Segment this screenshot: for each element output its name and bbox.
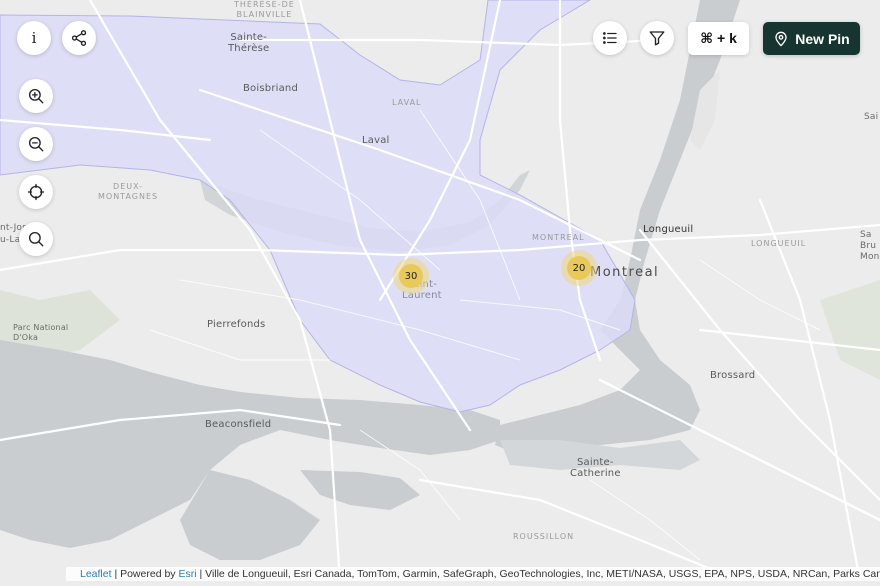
crosshair-icon [27,183,45,201]
label-beaconsfield: Beaconsfield [205,419,272,430]
leaflet-link[interactable]: Leaflet [80,568,112,580]
zoom-in-icon [28,88,44,104]
cluster-count: 30 [399,264,423,288]
cluster-count: 20 [567,256,591,280]
label-sainte-catherine: Sainte- Catherine [570,457,621,479]
map-canvas[interactable]: THÉRÈSE-DE BLAINVILLE Sainte- Thérèse Bo… [0,0,880,583]
list-icon [603,32,617,44]
esri-link[interactable]: Esri [178,568,196,580]
label-sainte-therese: Sainte- Thérèse [228,32,270,54]
share-icon [71,30,87,46]
label-montreal-region: MONTREAL [532,233,585,242]
zoom-in-button[interactable] [19,79,53,113]
label-laval: Laval [362,135,390,146]
list-view-button[interactable] [593,21,627,55]
filter-button[interactable] [640,21,674,55]
label-roussillon: ROUSSILLON [513,532,575,541]
label-parc-oka: Parc National D'Oka [13,323,69,342]
search-button[interactable] [19,222,53,256]
label-saint-bruno: Sa Bru Mon [860,230,880,262]
map-pin-icon [775,31,787,46]
info-button[interactable]: i [17,21,51,55]
label-laval-region: LAVAL [392,98,422,107]
label-longueuil-region: LONGUEUIL [751,239,807,248]
zoom-out-icon [28,136,44,152]
label-boisbriand: Boisbriand [243,83,299,94]
label-brossard: Brossard [710,370,756,381]
new-pin-label: New Pin [795,30,850,47]
filter-icon [649,31,665,46]
label-therese-de-blainville: THÉRÈSE-DE BLAINVILLE [234,0,295,19]
cluster-marker[interactable]: 20 [561,250,597,286]
label-longueuil: Longueuil [643,224,694,235]
search-icon [28,231,44,247]
info-icon: i [31,29,37,47]
label-sai: Sai [864,112,879,122]
label-pierrefonds: Pierrefonds [207,319,266,330]
map-attribution: Leaflet | Powered by Esri | Ville de Lon… [66,567,880,581]
label-deux-montagnes: DEUX- MONTAGNES [98,182,159,201]
label-montreal: Montreal [590,265,660,280]
share-button[interactable] [62,21,96,55]
attribution-sources: | Ville de Longueuil, Esri Canada, TomTo… [196,568,880,580]
command-palette-button[interactable]: ⌘ + k [688,22,749,55]
cluster-marker[interactable]: 30 [393,258,429,294]
zoom-out-button[interactable] [19,127,53,161]
new-pin-button[interactable]: New Pin [763,22,860,55]
locate-button[interactable] [19,175,53,209]
attribution-powered-by: | Powered by [111,568,179,580]
